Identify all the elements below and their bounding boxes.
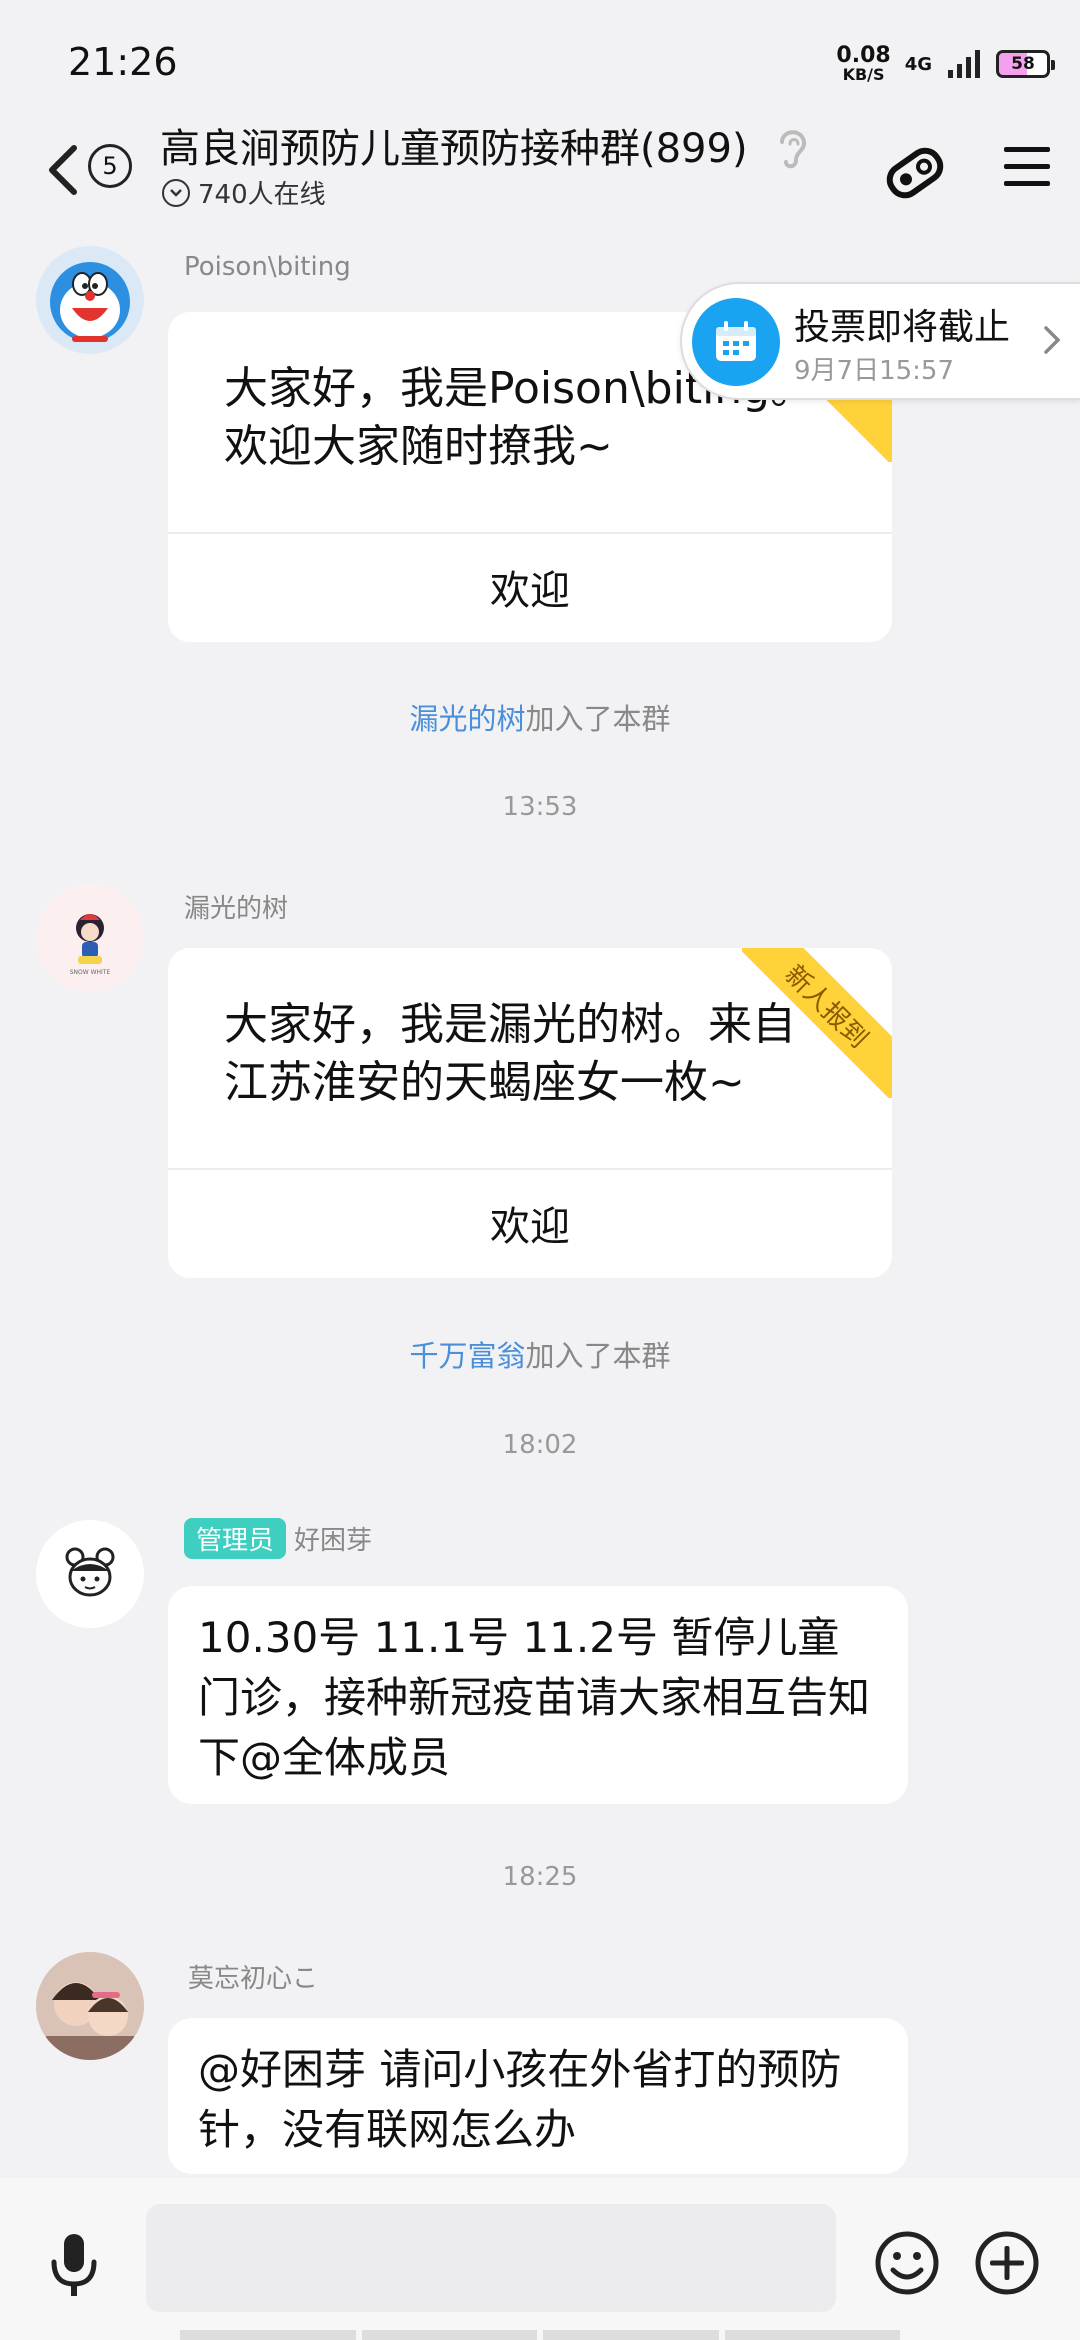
sender-row: 管理员 好困芽 [184, 1518, 372, 1559]
avatar[interactable]: SNOW WHITE [36, 884, 144, 992]
avatar[interactable] [36, 246, 144, 354]
ear-icon[interactable] [770, 122, 814, 172]
menu-icon[interactable] [1002, 144, 1052, 190]
doraemon-avatar-image [50, 262, 130, 342]
snow-white-avatar-image: SNOW WHITE [70, 914, 111, 976]
welcome-button[interactable]: 欢迎 [168, 534, 892, 640]
welcome-card: 新人报到 大家好，我是漏光的树。来自江苏淮安的天蝎座女一枚~ 欢迎 [168, 948, 892, 1278]
transfer-icon[interactable] [880, 138, 950, 208]
avatar[interactable] [36, 1520, 144, 1628]
member-link[interactable]: 千万富翁 [409, 1339, 525, 1373]
status-indicators: 0.08 KB/S 4G 58 [836, 42, 1055, 86]
message-input[interactable] [146, 2204, 836, 2312]
network-speed-unit: KB/S [842, 65, 885, 84]
join-notice: 漏光的树加入了本群 [0, 696, 1080, 738]
photo-avatar-image [36, 1952, 144, 2060]
bottom-toolbar-hint [180, 2330, 900, 2340]
network-speed-value: 0.08 [836, 43, 891, 68]
online-count: 740人在线 [198, 180, 326, 210]
join-notice-text: 加入了本群 [525, 702, 671, 736]
network-speed: 0.08 KB/S [836, 45, 890, 83]
signal-icon [948, 50, 980, 78]
message-bubble[interactable]: @好困芽 请问小孩在外省打的预防针，没有联网怎么办 [168, 2018, 908, 2174]
battery-level: 58 [1011, 54, 1035, 74]
group-title[interactable]: 高良涧预防儿童预防接种群(899) [160, 116, 748, 174]
network-type: 4G [904, 53, 932, 75]
unread-count-badge[interactable]: 5 [88, 144, 132, 188]
emoji-icon[interactable] [874, 2230, 940, 2296]
admin-badge: 管理员 [184, 1518, 287, 1559]
input-bar [0, 2178, 1080, 2340]
message-text: @好困芽 请问小孩在外省打的预防针，没有联网怎么办 [198, 2045, 842, 2154]
battery-icon: 58 [996, 50, 1055, 78]
chat-header: 5 高良涧预防儿童预防接种群(899) 740人在线 [0, 110, 1080, 240]
chevron-right-icon [1044, 326, 1061, 354]
svg-text:SNOW WHITE: SNOW WHITE [70, 969, 111, 976]
join-notice: 千万富翁加入了本群 [0, 1333, 1080, 1375]
newcomer-ribbon-label: 新人报到 [742, 948, 892, 1098]
vote-banner[interactable]: 投票即将截止 9月7日15:57 [680, 282, 1080, 400]
sender-name[interactable]: 莫忘初心こ [188, 1958, 318, 1995]
status-time: 21:26 [68, 40, 178, 84]
back-arrow-icon[interactable] [40, 140, 90, 200]
online-status[interactable]: 740人在线 [162, 174, 326, 211]
vote-title: 投票即将截止 [794, 307, 1011, 348]
plus-icon[interactable] [974, 2230, 1040, 2296]
vote-deadline: 9月7日15:57 [794, 356, 955, 386]
welcome-button[interactable]: 欢迎 [168, 1170, 892, 1276]
avatar[interactable] [36, 1952, 144, 2060]
calendar-icon [692, 298, 780, 386]
chevron-down-icon [162, 178, 190, 207]
join-notice-text: 加入了本群 [525, 1339, 671, 1373]
sender-name[interactable]: 漏光的树 [184, 888, 288, 925]
sender-name[interactable]: 好困芽 [294, 1520, 372, 1557]
sender-name[interactable]: Poison\biting [184, 252, 351, 282]
cartoon-girl-avatar-image [65, 1547, 115, 1597]
message-bubble[interactable]: 10.30号 11.1号 11.2号 暂停儿童门诊，接种新冠疫苗请大家相互告知下… [168, 1586, 908, 1804]
timestamp: 13:53 [502, 792, 578, 822]
message-text: 10.30号 11.1号 11.2号 暂停儿童门诊，接种新冠疫苗请大家相互告知下… [198, 1613, 871, 1782]
newcomer-ribbon: 新人报到 [742, 948, 892, 1098]
timestamp: 18:25 [502, 1862, 578, 1892]
microphone-icon[interactable] [46, 2230, 102, 2300]
timestamp: 18:02 [502, 1430, 578, 1460]
member-link[interactable]: 漏光的树 [409, 702, 525, 736]
